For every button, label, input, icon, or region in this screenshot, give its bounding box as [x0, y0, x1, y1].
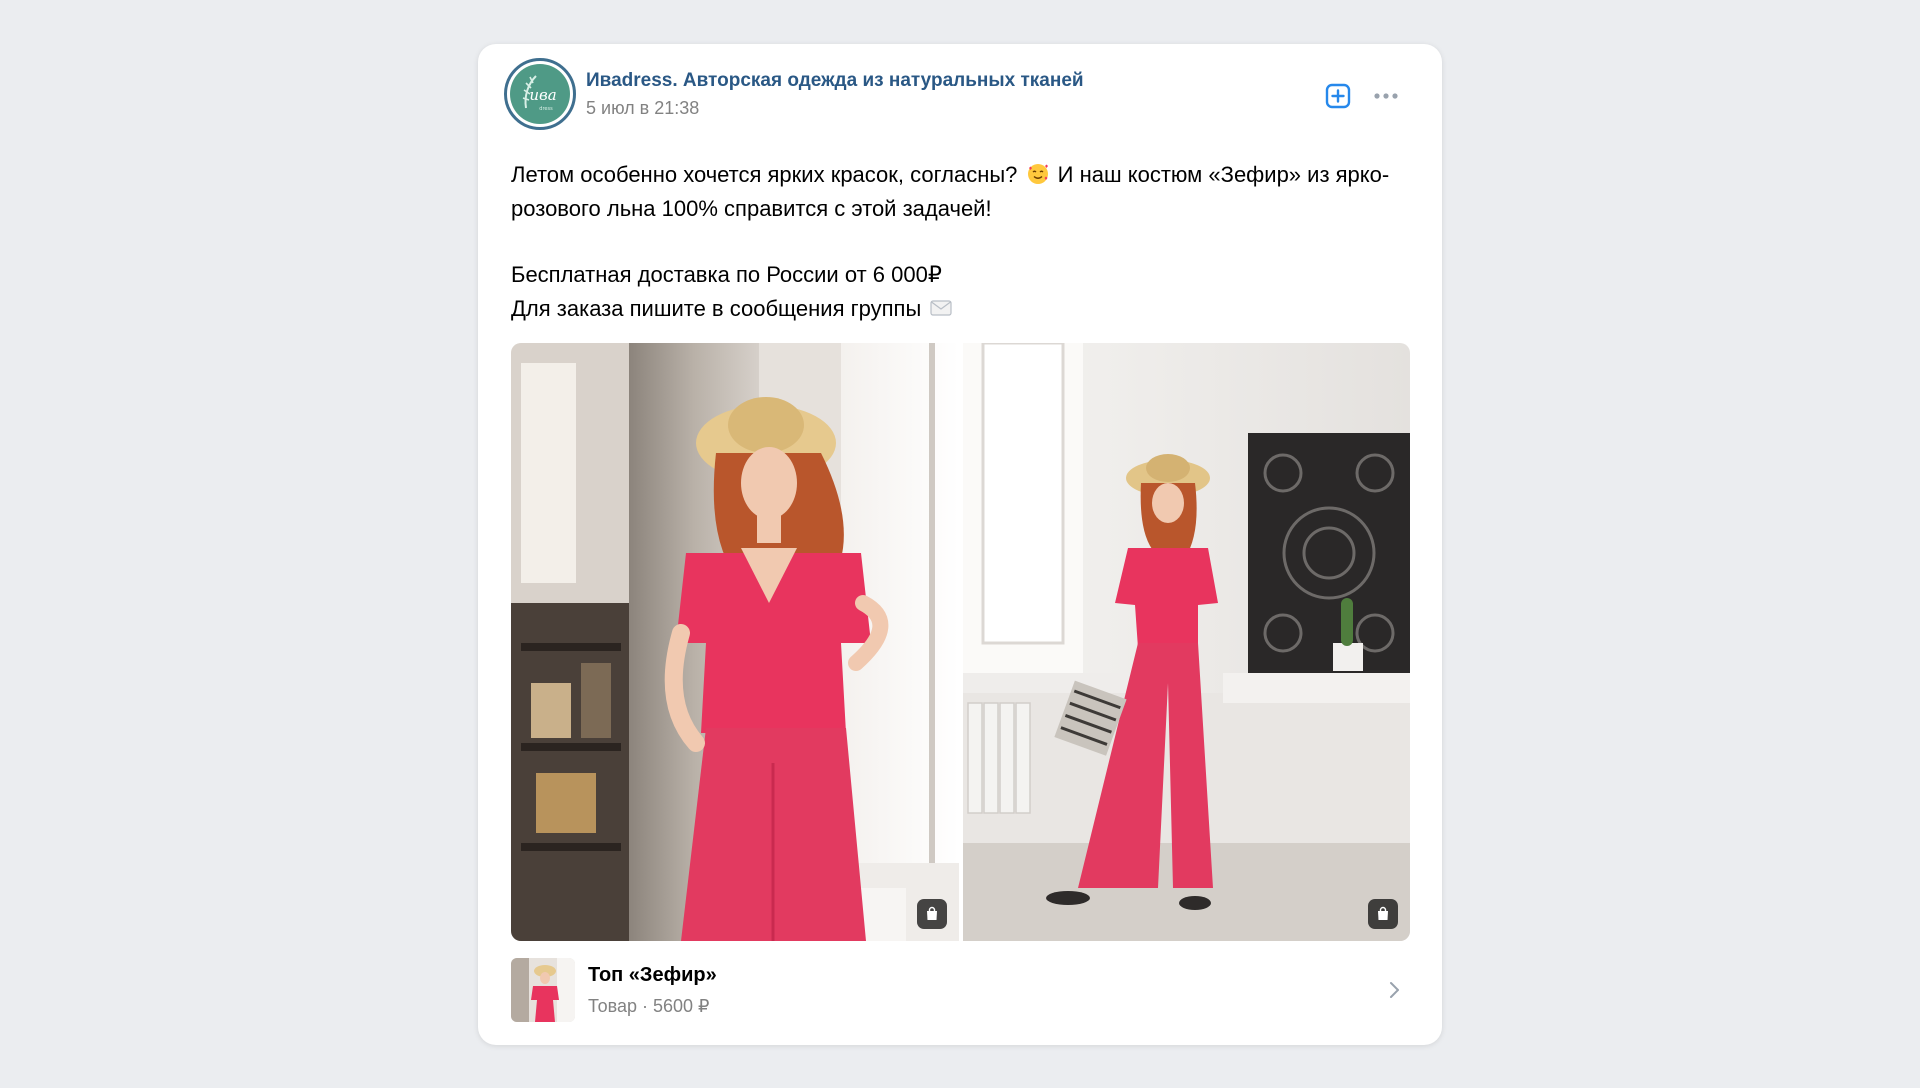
shopping-bag-icon — [927, 906, 937, 920]
post-card: ива dress Иваdress. Авторская одежда из … — [478, 44, 1442, 1045]
product-subtitle: Товар · 5600 ₽ — [588, 996, 710, 1016]
avatar-lettering: ива — [529, 86, 556, 104]
photo-1[interactable] — [511, 343, 959, 941]
product-tag-badge-1[interactable] — [917, 899, 947, 929]
svg-text:dress: dress — [539, 106, 553, 112]
more-horizontal-icon — [1374, 93, 1398, 99]
product-snippet[interactable]: Топ «Зефир» Товар · 5600 ₽ — [511, 958, 1416, 1024]
product-tag-badge-2[interactable] — [1368, 899, 1398, 929]
post-text-paragraph-1: Летом особенно хочется ярких красок, сог… — [511, 158, 1421, 226]
plus-square-icon — [1325, 83, 1351, 109]
post-header: ива dress Иваdress. Авторская одежда из … — [504, 58, 1416, 130]
post-text-part-1: Летом особенно хочется ярких красок, сог… — [511, 162, 1018, 187]
product-thumbnail — [511, 958, 575, 1022]
add-to-bookmarks-button[interactable] — [1322, 80, 1354, 112]
photo-gallery — [511, 343, 1410, 941]
photo-2-image — [963, 343, 1410, 941]
group-logo: ива dress — [510, 64, 570, 124]
post-text-order: Для заказа пишите в сообщения группы — [511, 296, 922, 321]
envelope-icon — [930, 300, 952, 316]
photo-2[interactable] — [963, 343, 1410, 941]
photo-1-image — [511, 343, 959, 941]
chevron-right-icon — [1390, 982, 1399, 998]
shopping-bag-icon — [1378, 906, 1388, 920]
more-options-button[interactable] — [1370, 80, 1402, 112]
post-text-order-line: Для заказа пишите в сообщения группы — [511, 292, 1421, 326]
group-name-link[interactable]: Иваdress. Авторская одежда из натуральны… — [586, 70, 1084, 92]
smiling-face-with-hearts-icon — [1027, 164, 1048, 184]
group-avatar[interactable]: ива dress — [504, 58, 576, 130]
product-title: Топ «Зефир» — [588, 964, 717, 986]
post-text-delivery: Бесплатная доставка по России от 6 000₽ — [511, 262, 942, 287]
post-text: Летом особенно хочется ярких красок, сог… — [511, 158, 1421, 326]
post-date[interactable]: 5 июл в 21:38 — [586, 98, 699, 119]
